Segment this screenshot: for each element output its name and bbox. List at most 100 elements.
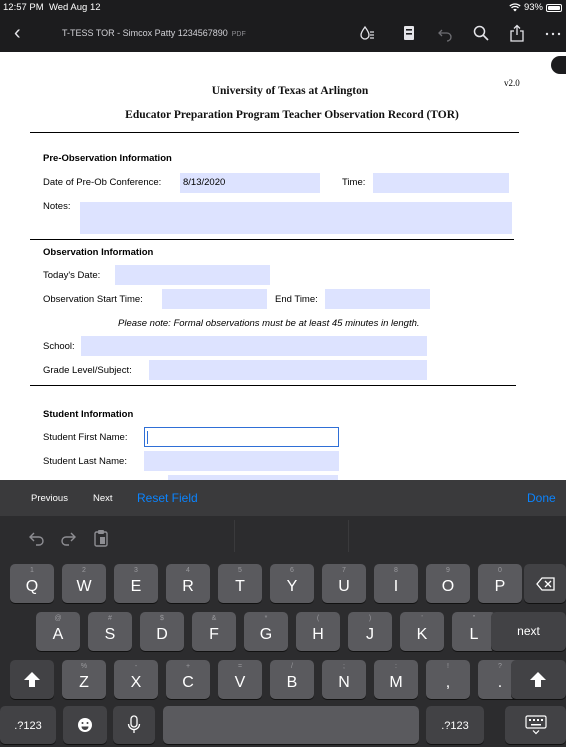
key-comma[interactable]: !, (426, 660, 470, 699)
search-icon[interactable] (472, 24, 490, 42)
key-label: H (312, 626, 324, 643)
key-n[interactable]: ; N (322, 660, 366, 699)
key-label: W (76, 578, 92, 595)
key-label: J (366, 626, 374, 643)
key-alt-label: * (264, 615, 268, 622)
delete-key[interactable] (524, 564, 566, 603)
key-d[interactable]: $ D (140, 612, 184, 651)
emoji-icon (78, 718, 92, 732)
key-label: B (286, 674, 298, 691)
key-label: I (393, 578, 399, 595)
undo-icon[interactable] (436, 24, 454, 42)
microphone-icon (127, 715, 141, 733)
water-drop-lines-icon[interactable] (358, 24, 376, 42)
undo-icon[interactable] (27, 528, 47, 548)
battery-percent: 93% (523, 2, 543, 13)
space-bar[interactable] (163, 706, 419, 744)
numbers-key-left[interactable]: .?123 (0, 706, 56, 744)
key-v[interactable]: = V (218, 660, 262, 699)
key-p[interactable]: 0P (478, 564, 522, 603)
reset-field-button[interactable]: Reset Field (137, 491, 198, 505)
key-label: P (494, 578, 506, 595)
key-x[interactable]: -X (114, 660, 158, 699)
key-label: F (209, 626, 219, 643)
key-o[interactable]: 9O (426, 564, 470, 603)
key-label: A (52, 626, 64, 643)
key-f[interactable]: & F (192, 612, 236, 651)
key-alt-label: ) (368, 615, 372, 622)
next-return-key[interactable]: next (491, 612, 566, 651)
numbers-key-right[interactable]: .?123 (426, 706, 484, 744)
key-label: D (156, 626, 168, 643)
back-chevron-icon[interactable]: ‹ (14, 22, 21, 44)
key-q[interactable]: 1Q (10, 564, 54, 603)
previous-field-button[interactable]: Previous (31, 493, 68, 504)
key-z[interactable]: % Z (62, 660, 106, 699)
key-alt-label: # (108, 615, 112, 622)
start-time-field[interactable] (162, 289, 267, 309)
key-i[interactable]: 8I (374, 564, 418, 603)
key-a[interactable]: @ A (36, 612, 80, 651)
school-field[interactable] (81, 336, 427, 356)
key-alt-label: 0 (498, 567, 502, 574)
key-h[interactable]: (H (296, 612, 340, 651)
key-alt-label: = (237, 663, 243, 670)
paste-icon[interactable] (91, 528, 111, 548)
shift-icon (530, 672, 546, 687)
key-alt-label: 2 (82, 567, 86, 574)
key-alt-label: ( (316, 615, 320, 622)
key-k[interactable]: ’ K (400, 612, 444, 651)
end-time-field[interactable] (325, 289, 430, 309)
annotation-marker-tab[interactable] (551, 56, 566, 74)
todays-date-field[interactable] (115, 265, 270, 285)
shift-icon (24, 672, 40, 687)
battery-icon (546, 3, 562, 12)
done-button[interactable]: Done (527, 491, 556, 505)
dictation-key[interactable] (113, 706, 155, 744)
student-first-name-field[interactable] (144, 427, 339, 447)
delete-icon (536, 577, 555, 591)
key-label: Y (286, 578, 298, 595)
keyboard: 1Q2W3E4R5T6Y7U8I9O0P @ A # S $ D & F * G(H) J’ K " L … (0, 516, 566, 747)
grade-field[interactable] (149, 360, 427, 380)
status-bar: 12:57 PM Wed Aug 12 93% (0, 0, 566, 16)
app-toolbar: ‹ T-TESS TOR - Simcox Patty 1234567890 PD… (0, 16, 566, 52)
key-alt-label: 7 (342, 567, 346, 574)
student-last-name-field[interactable] (144, 451, 339, 471)
key-alt-label: & (211, 615, 217, 622)
right-shift-key[interactable] (511, 660, 566, 699)
key-w[interactable]: 2W (62, 564, 106, 603)
key-s[interactable]: # S (88, 612, 132, 651)
key-alt-label: 9 (446, 567, 450, 574)
key-l[interactable]: " L (452, 612, 496, 651)
next-field-button[interactable]: Next (93, 493, 113, 504)
key-g[interactable]: * G (244, 612, 288, 651)
key-b[interactable]: / B (270, 660, 314, 699)
form-fill-icon[interactable] (400, 24, 418, 42)
notes-field[interactable] (80, 202, 512, 234)
key-y[interactable]: 6Y (270, 564, 314, 603)
key-label: N (338, 674, 350, 691)
start-time-label: Observation Start Time: (43, 294, 143, 305)
status-time: 12:57 PM Wed Aug 12 (3, 2, 101, 13)
key-j[interactable]: ) J (348, 612, 392, 651)
redo-icon[interactable] (58, 528, 78, 548)
key-e[interactable]: 3E (114, 564, 158, 603)
key-alt-label: @ (54, 615, 62, 622)
share-icon[interactable] (508, 24, 526, 42)
key-m[interactable]: :M (374, 660, 418, 699)
file-type-label: PDF (231, 31, 246, 38)
key-r[interactable]: 4R (166, 564, 210, 603)
emoji-key[interactable] (63, 706, 107, 744)
pre-ob-time-field[interactable] (373, 173, 509, 193)
key-c[interactable]: + C (166, 660, 210, 699)
left-shift-key[interactable] (10, 660, 54, 699)
key-u[interactable]: 7U (322, 564, 366, 603)
hide-keyboard-key[interactable] (505, 706, 566, 744)
key-alt-label: ; (343, 663, 345, 670)
key-t[interactable]: 5T (218, 564, 262, 603)
key-label: O (441, 578, 455, 595)
pre-ob-date-field[interactable]: 8/13/2020 (180, 173, 320, 193)
key-alt-label: 8 (394, 567, 398, 574)
more-options-icon[interactable] (544, 24, 562, 42)
